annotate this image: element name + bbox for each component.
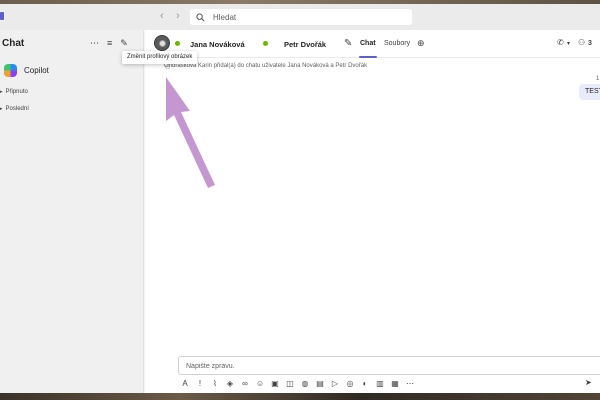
approvals-icon[interactable]: ◐ xyxy=(361,379,369,389)
sticker-icon[interactable]: ◫ xyxy=(286,379,294,389)
back-arrow-icon[interactable]: ‹ xyxy=(160,10,164,22)
participant-count[interactable]: 3 xyxy=(588,40,592,47)
teams-window: ‹ › Chat ⋯ ≡ ✎ Copilot ▸ Připnuto ▸ Posl… xyxy=(0,0,600,394)
tab-chat[interactable]: Chat xyxy=(360,40,376,47)
section-pinned-label: Připnuto xyxy=(5,89,28,95)
filter-icon[interactable]: ≡ xyxy=(107,38,112,48)
more-options-icon[interactable]: ⋯ xyxy=(406,379,414,389)
more-icon[interactable]: ⋯ xyxy=(90,38,99,48)
send-icon[interactable]: ➤ xyxy=(585,378,592,387)
title-bar: ‹ › xyxy=(0,0,600,30)
new-chat-icon[interactable]: ✎ xyxy=(120,38,128,48)
apps-icon[interactable]: ▦ xyxy=(391,379,399,389)
compose-toolbar: A ! ⌇ ◈ ∞ ☺ ▣ ◫ ◍ ▤ ▷ ◎ ◐ ▥ ▦ ⋯ xyxy=(181,378,414,390)
group-avatar[interactable] xyxy=(154,35,170,51)
annotation-arrow-shape xyxy=(166,77,215,188)
camera-icon xyxy=(158,39,166,47)
forward-arrow-icon[interactable]: › xyxy=(176,10,180,22)
presence-available-icon xyxy=(263,41,268,46)
active-tab-indicator xyxy=(359,56,377,58)
gif-icon[interactable]: ▣ xyxy=(271,379,279,389)
format-icon[interactable]: A xyxy=(181,379,189,389)
chevron-right-icon: ▸ xyxy=(0,89,3,95)
chevron-down-icon[interactable]: ▾ xyxy=(567,40,570,47)
desktop-wallpaper xyxy=(0,393,600,400)
chat-list-title: Chat xyxy=(2,38,25,49)
copilot-label: Copilot xyxy=(24,65,49,75)
annotation-arrow xyxy=(166,77,215,188)
lightbulb-icon[interactable]: ◎ xyxy=(346,379,354,389)
edit-name-icon[interactable]: ✎ xyxy=(344,38,352,49)
message-timestamp: 1 xyxy=(596,76,600,82)
search-icon xyxy=(196,12,205,21)
presence-available-icon xyxy=(175,41,180,46)
loop-icon[interactable]: ◈ xyxy=(226,379,234,389)
teams-logo-icon[interactable] xyxy=(0,12,4,20)
change-photo-tooltip: Změnit profilový obrázek xyxy=(122,51,198,64)
chevron-right-icon: ▸ xyxy=(0,106,3,112)
important-icon[interactable]: ! xyxy=(196,379,204,389)
attach-icon[interactable]: ⌇ xyxy=(211,379,219,389)
search-box[interactable] xyxy=(190,9,412,25)
copilot-item[interactable]: Copilot xyxy=(4,62,49,78)
message-input[interactable] xyxy=(186,363,486,370)
schedule-icon[interactable]: ▤ xyxy=(316,379,324,389)
link-icon[interactable]: ∞ xyxy=(241,379,249,389)
video-clip-icon[interactable]: ▷ xyxy=(331,379,339,389)
add-tab-icon[interactable]: ⊕ xyxy=(417,38,425,49)
participant-name-1[interactable]: Jana Nováková xyxy=(190,40,245,49)
search-input[interactable] xyxy=(213,12,393,22)
chat-header: Jana Nováková Petr Dvořák ✎ Chat Soubory… xyxy=(145,30,600,58)
compose-box[interactable] xyxy=(178,356,600,375)
participants-icon[interactable]: ⚇ xyxy=(578,38,585,47)
praise-icon[interactable]: ◍ xyxy=(301,379,309,389)
call-icon[interactable]: ✆ xyxy=(557,38,564,47)
copilot-icon xyxy=(4,63,17,77)
emoji-icon[interactable]: ☺ xyxy=(256,379,264,389)
participant-name-2[interactable]: Petr Dvořák xyxy=(284,40,326,49)
tab-files[interactable]: Soubory xyxy=(384,40,410,47)
section-recent[interactable]: ▸ Poslední xyxy=(0,106,29,112)
section-pinned[interactable]: ▸ Připnuto xyxy=(0,89,28,95)
section-recent-label: Poslední xyxy=(5,106,29,112)
chat-list-actions: ⋯ ≡ ✎ xyxy=(90,38,128,48)
window-top-edge xyxy=(0,0,600,4)
chat-list-panel: Chat ⋯ ≡ ✎ Copilot ▸ Připnuto ▸ Poslední xyxy=(0,30,144,394)
document-icon[interactable]: ▥ xyxy=(376,379,384,389)
message-bubble[interactable]: TEST xyxy=(579,84,600,100)
